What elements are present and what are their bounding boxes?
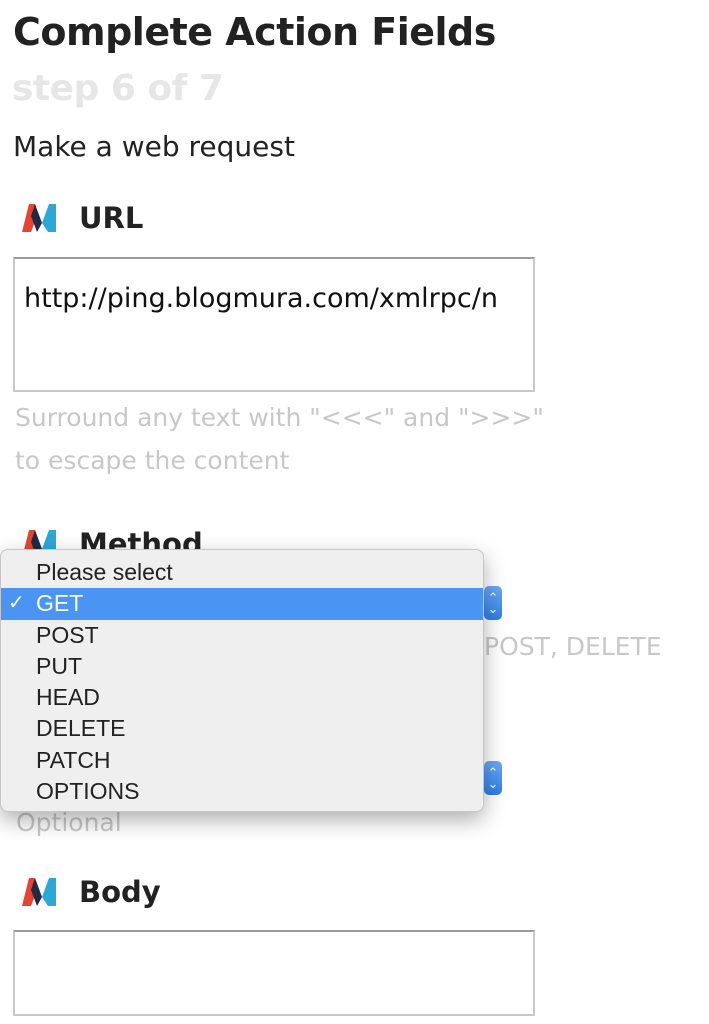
maker-webhooks-icon xyxy=(22,878,56,906)
body-field[interactable] xyxy=(13,930,535,1016)
method-option[interactable]: HEAD xyxy=(1,682,483,713)
method-option-label: OPTIONS xyxy=(36,778,140,805)
method-option[interactable]: Please select xyxy=(1,557,483,588)
chevron-down-icon: ⌄ xyxy=(487,601,499,616)
maker-webhooks-icon xyxy=(22,204,56,232)
url-label: URL xyxy=(79,201,144,235)
page-title: Complete Action Fields xyxy=(13,10,496,54)
method-option-label: DELETE xyxy=(36,715,126,742)
method-option-label: HEAD xyxy=(36,684,100,711)
method-option-label: Please select xyxy=(36,559,173,585)
action-name: Make a web request xyxy=(13,130,295,163)
method-hint: POST, DELETE xyxy=(484,632,662,661)
content-type-hint: Optional xyxy=(16,808,122,837)
url-hint-line-2: to escape the content xyxy=(15,446,290,475)
method-option-label: GET xyxy=(36,590,84,617)
page: Complete Action Fields step 6 of 7 Make … xyxy=(0,0,709,1024)
url-field[interactable]: http://ping.blogmura.com/xmlrpc/n xyxy=(13,257,535,392)
body-label: Body xyxy=(79,875,161,909)
method-option-label: PATCH xyxy=(36,746,111,773)
method-option[interactable]: ✓ GET xyxy=(1,588,483,620)
step-indicator: step 6 of 7 xyxy=(12,68,224,109)
method-option[interactable]: DELETE xyxy=(1,713,483,744)
method-option[interactable]: PATCH xyxy=(1,745,483,776)
chevron-down-icon: ⌄ xyxy=(487,776,499,791)
url-hint-line-1: Surround any text with "<<<" and ">>>" xyxy=(15,403,544,432)
check-icon: ✓ xyxy=(8,592,25,615)
method-option-label: POST xyxy=(36,621,99,648)
method-option[interactable]: POST xyxy=(1,620,483,651)
method-select-stepper[interactable]: ⌃ ⌄ xyxy=(484,586,502,620)
method-option[interactable]: PUT xyxy=(1,651,483,682)
method-option[interactable]: OPTIONS xyxy=(1,776,483,807)
method-dropdown-menu[interactable]: Please select ✓ GET POST PUT HEAD DELETE … xyxy=(0,549,484,812)
content-type-select-stepper[interactable]: ⌃ ⌄ xyxy=(484,761,502,795)
url-value: http://ping.blogmura.com/xmlrpc/n xyxy=(24,283,498,314)
method-option-label: PUT xyxy=(36,652,82,679)
